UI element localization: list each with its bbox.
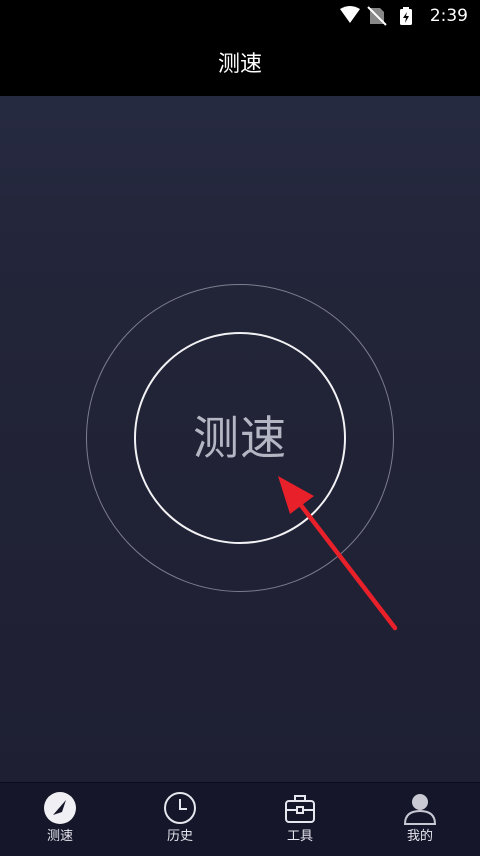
toolbox-icon (285, 795, 315, 823)
nav-label: 历史 (166, 829, 193, 844)
bottom-nav: 测速 历史 工具 我的 (0, 782, 480, 856)
title-bar: 测速 (0, 32, 480, 96)
nav-label: 工具 (286, 829, 313, 844)
nav-item-profile[interactable]: 我的 (360, 783, 480, 856)
annotation-arrow-icon (278, 476, 398, 631)
nav-item-tools[interactable]: 工具 (240, 783, 360, 856)
status-bar: 2:39 (0, 0, 480, 32)
speedometer-icon (44, 792, 76, 824)
status-icons (340, 6, 412, 26)
user-icon (403, 794, 437, 825)
nav-item-history[interactable]: 历史 (120, 783, 240, 856)
main-area: 测速 (0, 96, 480, 782)
nav-item-speedtest[interactable]: 测速 (0, 783, 120, 856)
nav-label: 测速 (46, 829, 73, 844)
wifi-icon (340, 6, 360, 23)
no-sim-icon (367, 6, 387, 26)
nav-label: 我的 (406, 829, 433, 844)
speed-test-button-label: 测速 (193, 411, 287, 465)
status-time: 2:39 (429, 6, 468, 26)
page-title: 测速 (217, 52, 262, 77)
clock-icon (164, 792, 196, 824)
battery-charging-icon (400, 7, 412, 25)
